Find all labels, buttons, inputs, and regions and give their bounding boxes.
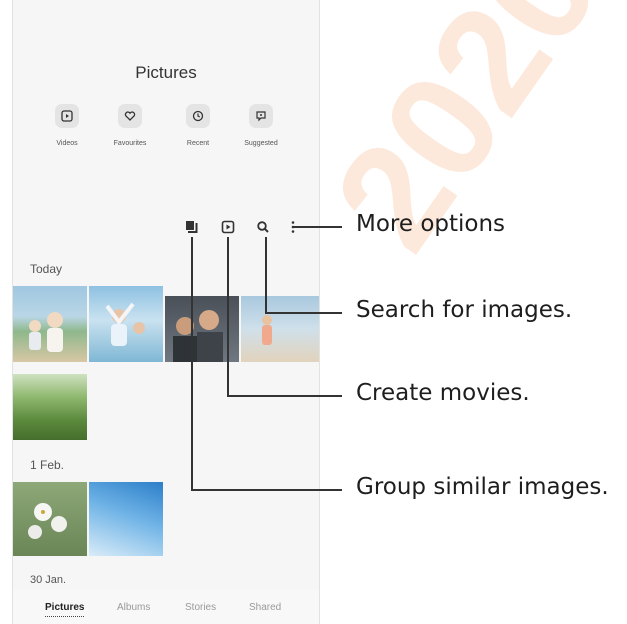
callout-line-movies-v (227, 237, 229, 396)
quick-suggested[interactable]: Suggested (226, 104, 296, 147)
section-label-30-jan: 30 Jan. (30, 574, 67, 586)
quick-recent[interactable]: Recent (163, 104, 233, 147)
heart-icon (118, 104, 142, 128)
callout-more-options: More options (356, 211, 506, 237)
photo-thumbnail[interactable] (89, 286, 163, 362)
section-label-1-feb: 1 Feb. (30, 458, 65, 472)
create-movie-icon[interactable] (220, 219, 236, 235)
section-label-today: Today (30, 262, 63, 276)
photo-thumbnail[interactable] (89, 482, 163, 556)
photo-thumbnail[interactable] (13, 374, 87, 440)
callout-search: Search for images. (356, 297, 573, 323)
bottom-navigation: Pictures Albums Stories Shared (13, 590, 319, 624)
callout-group: Group similar images. (356, 474, 609, 500)
quick-label: Suggested (244, 140, 278, 147)
quick-favourites[interactable]: Favourites (95, 104, 165, 147)
photo-thumbnail[interactable] (13, 286, 87, 362)
suggest-icon (249, 104, 273, 128)
callout-line-search-h (265, 312, 342, 314)
callout-line-search-v (265, 237, 267, 313)
group-similar-icon[interactable] (184, 219, 200, 235)
quick-videos[interactable]: Videos (32, 104, 102, 147)
callout-create-movies: Create movies. (356, 380, 530, 406)
quick-label: Videos (56, 140, 78, 147)
quick-label: Favourites (113, 140, 147, 147)
app-title: Pictures (135, 63, 197, 82)
photo-thumbnail[interactable] (13, 482, 87, 556)
tab-stories[interactable]: Stories (185, 602, 216, 613)
callout-line-more (292, 226, 342, 228)
tab-shared[interactable]: Shared (249, 602, 281, 613)
tab-pictures[interactable]: Pictures (45, 602, 85, 617)
search-icon[interactable] (255, 219, 271, 235)
callout-line-group-v (191, 237, 193, 490)
watermark: 2020 (301, 0, 627, 278)
callout-line-group-h (191, 489, 342, 491)
callout-line-movies-h (227, 395, 342, 397)
photo-thumbnail[interactable] (241, 296, 319, 362)
clock-icon (186, 104, 210, 128)
quick-label: Recent (186, 140, 210, 147)
tab-albums[interactable]: Albums (117, 602, 150, 613)
play-square-icon (55, 104, 79, 128)
